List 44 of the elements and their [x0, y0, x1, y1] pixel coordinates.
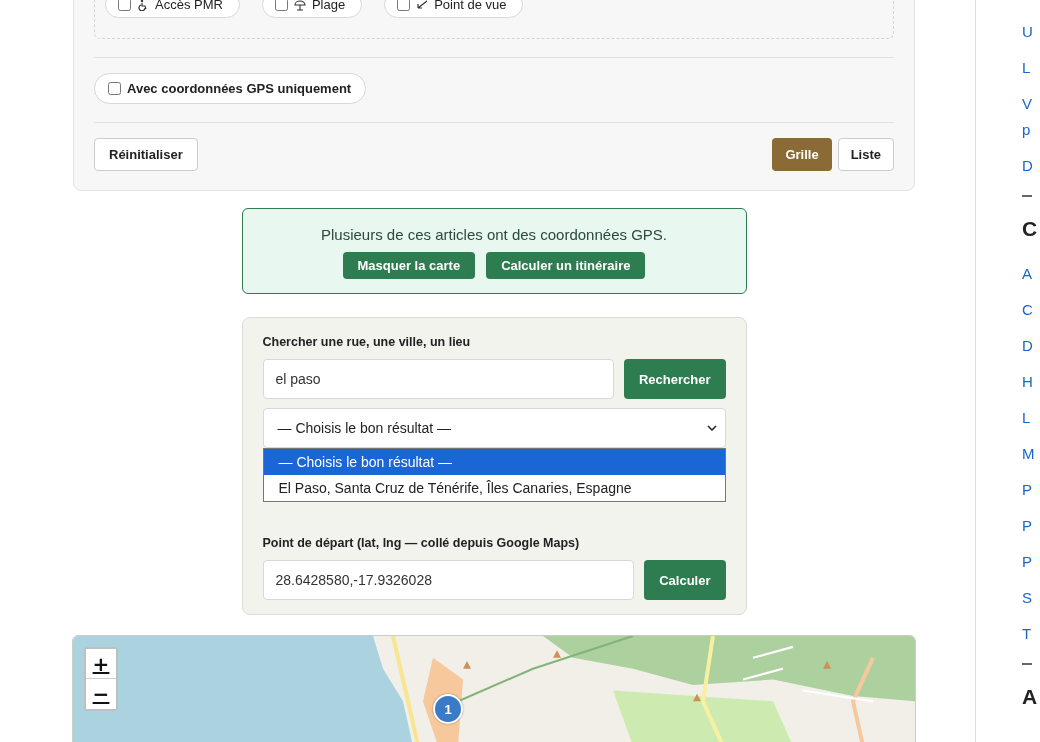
search-button[interactable]: Rechercher — [623, 359, 726, 399]
field-label: Chercher une rue, une ville, un lieu — [262, 335, 472, 349]
filter-chip[interactable]: Avec coordonnées GPS uniquement — [94, 73, 367, 104]
sidebar-link[interactable]: V p — [1022, 91, 1031, 143]
sidebar-link[interactable]: L — [1022, 55, 1031, 81]
coordinates-field[interactable]: 28.6428580,-17.9326028 — [262, 560, 635, 600]
view-toggle[interactable]: Grille — [772, 138, 832, 171]
chevron-icon — [706, 425, 717, 431]
filter-chip[interactable]: Plage — [261, 0, 363, 18]
dropdown-option[interactable]: — Choisis le bon résultat — — [263, 449, 725, 475]
checkbox[interactable] — [118, 0, 131, 11]
action-button[interactable]: Calculer un itinéraire — [486, 252, 646, 279]
checkbox[interactable] — [108, 82, 121, 95]
sidebar-link[interactable]: H — [1022, 369, 1031, 395]
sidebar-link[interactable]: P — [1022, 477, 1031, 503]
sidebar-link[interactable]: P — [1022, 549, 1031, 575]
arrow-icon — [416, 0, 429, 11]
sidebar-heading: C — [1022, 217, 1038, 241]
result-select[interactable]: — Choisis le bon résultat — — [262, 408, 726, 448]
sidebar-link[interactable]: L — [1022, 405, 1031, 431]
field-label: Point de départ (lat, lng — collé depuis Google Maps) — [262, 536, 581, 550]
sidebar-heading: A — [1022, 685, 1038, 709]
zoom-button[interactable]: + — [86, 649, 116, 679]
action-button[interactable]: Masquer la carte — [342, 252, 476, 279]
dropdown-option[interactable]: El Paso, Santa Cruz de Ténérife, Îles Canaries, Espagne — [263, 475, 725, 501]
sidebar-link[interactable]: A — [1022, 261, 1031, 287]
search-field[interactable]: el paso — [262, 359, 614, 399]
sidebar-link[interactable]: S — [1022, 585, 1031, 611]
checkbox[interactable] — [397, 0, 411, 11]
sidebar-link[interactable]: D — [1022, 153, 1031, 179]
calculate-button[interactable]: Calculer — [644, 560, 726, 600]
wheelchair-icon — [137, 0, 149, 11]
sidebar-link[interactable]: T — [1022, 621, 1031, 647]
filter-chip[interactable]: Accès PMR — [105, 0, 240, 18]
sidebar-link[interactable]: U — [1022, 19, 1031, 45]
notice-text: Plusieurs de ces articles ont des coordonnées GPS. — [320, 226, 668, 243]
umbrella-icon — [293, 0, 306, 11]
reset-button[interactable]: Réinitialiser — [94, 138, 198, 171]
filter-chip[interactable]: Point de vue — [384, 0, 524, 18]
checkbox[interactable] — [274, 0, 288, 11]
view-toggle[interactable]: Liste — [837, 138, 894, 171]
sidebar-link[interactable]: D — [1022, 333, 1031, 359]
sidebar-link[interactable]: P — [1022, 513, 1031, 539]
sidebar-link[interactable]: C — [1022, 297, 1031, 323]
